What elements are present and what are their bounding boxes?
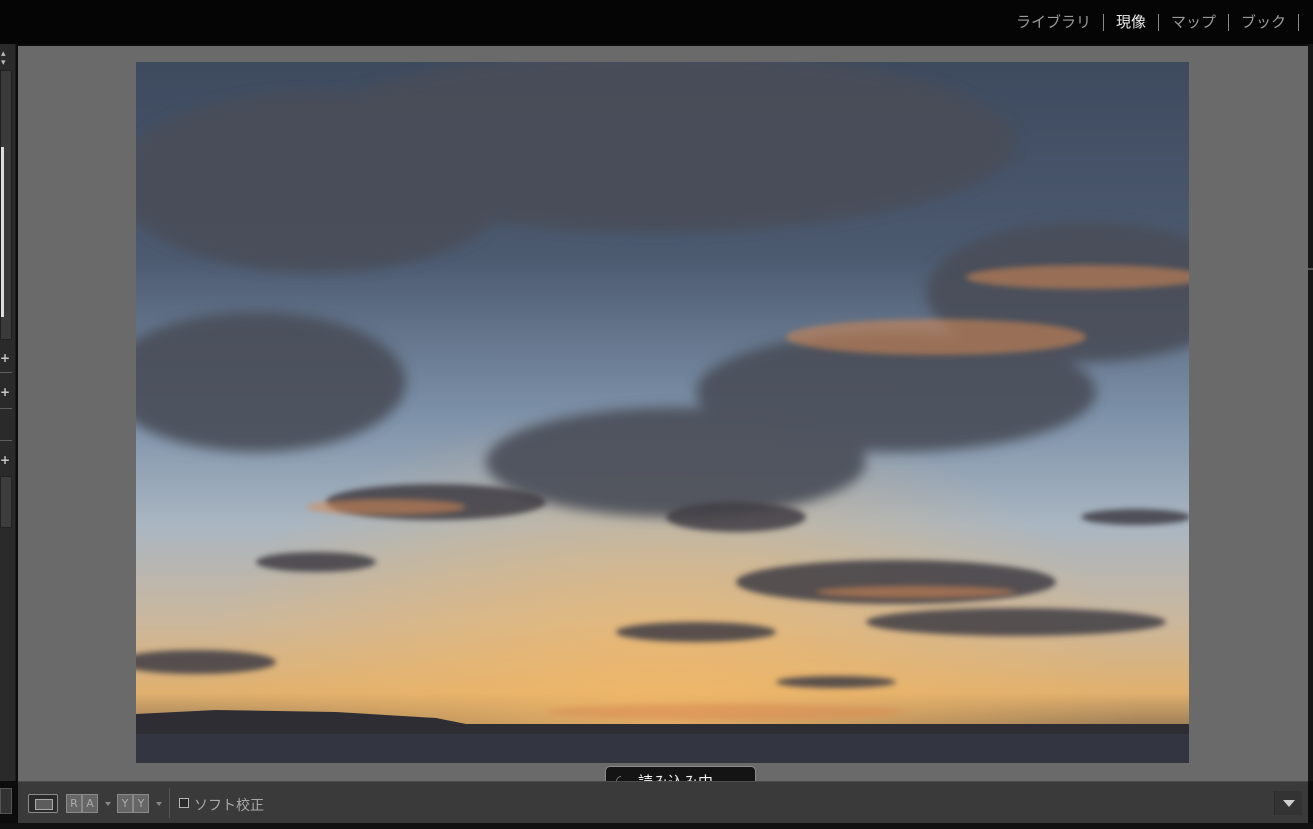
scrollbar-thumb[interactable] xyxy=(1,147,4,317)
sunset-sky-image xyxy=(136,62,1189,763)
divider xyxy=(0,408,12,409)
add-snapshot-icon[interactable]: + xyxy=(0,386,10,398)
toolbar-content-menu-button[interactable] xyxy=(1274,791,1302,815)
before-after-top-bottom-button[interactable]: Y Y xyxy=(117,794,149,813)
before-label: R xyxy=(66,794,82,813)
right-panel-collapse-mark xyxy=(1308,268,1313,270)
bottom-toolbar: R A Y Y ソフト校正 xyxy=(18,781,1308,823)
develop-canvas: 読み込み中... xyxy=(18,46,1308,796)
add-collection-icon[interactable]: + xyxy=(0,454,10,466)
module-library[interactable]: ライブラリ xyxy=(1004,12,1103,32)
panel-sort-icon[interactable]: ▴ ▾ xyxy=(1,50,6,68)
left-panel: ▴ ▾ + + + xyxy=(0,44,16,814)
after-label: A xyxy=(82,794,98,813)
module-develop[interactable]: 現像 xyxy=(1104,12,1158,32)
toolbar-divider xyxy=(169,788,170,818)
filmstrip-edge xyxy=(0,823,1313,829)
chevron-down-icon[interactable] xyxy=(105,802,111,806)
module-book[interactable]: ブック xyxy=(1229,12,1298,32)
copy-button[interactable] xyxy=(0,788,12,814)
loupe-view-button[interactable] xyxy=(28,794,58,813)
module-separator xyxy=(1298,13,1299,31)
divider xyxy=(0,440,12,441)
photo-preview[interactable] xyxy=(136,62,1189,763)
before-after-left-right-button[interactable]: R A xyxy=(66,794,98,813)
module-map[interactable]: マップ xyxy=(1159,12,1228,32)
before-label: Y xyxy=(117,794,133,813)
right-panel-edge[interactable] xyxy=(1308,44,1313,781)
panel-button[interactable] xyxy=(0,476,12,528)
chevron-down-icon[interactable] xyxy=(156,802,162,806)
add-preset-icon[interactable]: + xyxy=(0,352,10,364)
soft-proof-label[interactable]: ソフト校正 xyxy=(194,795,264,815)
after-label: Y xyxy=(133,794,149,813)
divider xyxy=(0,372,12,373)
soft-proof-checkbox[interactable] xyxy=(179,798,189,808)
module-picker: ライブラリ 現像 マップ ブック xyxy=(1004,11,1299,33)
left-panel-scrollbar[interactable] xyxy=(0,70,12,340)
module-bar: ライブラリ 現像 マップ ブック xyxy=(0,0,1313,44)
